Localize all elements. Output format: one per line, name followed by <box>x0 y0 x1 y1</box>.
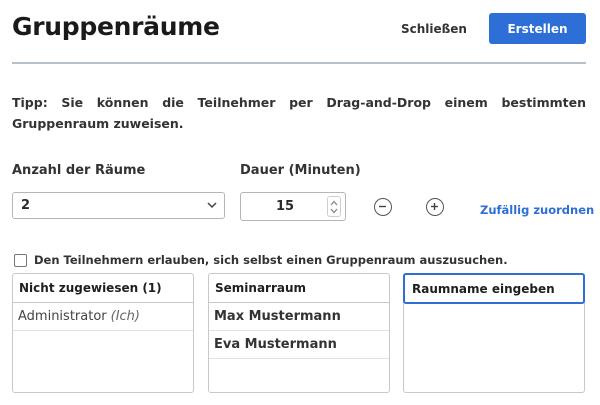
plus-icon <box>431 203 438 210</box>
participant-item[interactable]: Max Mustermann <box>209 303 389 331</box>
participant-item[interactable]: Eva Mustermann <box>209 331 389 359</box>
duration-input[interactable]: 15 <box>240 192 346 221</box>
room-column-unassigned[interactable]: Nicht zugewiesen (1) Administrator (Ich) <box>12 273 194 393</box>
participant-self-tag: (Ich) <box>110 309 140 324</box>
participant-name: Max Mustermann <box>214 309 341 324</box>
column-header: Seminarraum <box>209 274 389 303</box>
participant-name: Eva Mustermann <box>214 337 337 352</box>
duration-value: 15 <box>275 199 295 214</box>
column-header: Nicht zugewiesen (1) <box>13 274 193 303</box>
self-select-label: Den Teilnehmern erlauben, sich selbst ei… <box>34 253 508 267</box>
spinner-arrows-icon[interactable] <box>327 196 341 217</box>
dialog-title: Gruppenräume <box>12 12 220 41</box>
random-assign-link[interactable]: Zufällig zuordnen <box>480 203 594 217</box>
rooms-label: Anzahl der Räume <box>12 163 146 178</box>
tip-text: Tipp: Sie können die Teilnehmer per Drag… <box>12 95 586 131</box>
chevron-down-icon <box>206 199 218 211</box>
create-button[interactable]: Erstellen <box>489 13 586 44</box>
room-column-new[interactable]: Raumname eingeben <box>403 273 585 393</box>
close-button[interactable]: Schließen <box>394 14 474 44</box>
self-select-checkbox[interactable] <box>14 254 27 267</box>
duration-label: Dauer (Minuten) <box>240 163 361 178</box>
rooms-count-value: 2 <box>21 198 31 213</box>
participant-item[interactable]: Administrator (Ich) <box>13 303 193 331</box>
decrease-duration-button[interactable] <box>374 198 392 216</box>
rooms-count-select[interactable]: 2 <box>12 192 225 219</box>
room-name-input[interactable]: Raumname eingeben <box>403 273 585 304</box>
increase-duration-button[interactable] <box>426 198 444 216</box>
minus-icon <box>379 205 386 208</box>
room-column-seminarraum[interactable]: Seminarraum Max Mustermann Eva Musterman… <box>208 273 390 393</box>
header-divider <box>12 62 586 64</box>
participant-name: Administrator <box>18 309 107 324</box>
